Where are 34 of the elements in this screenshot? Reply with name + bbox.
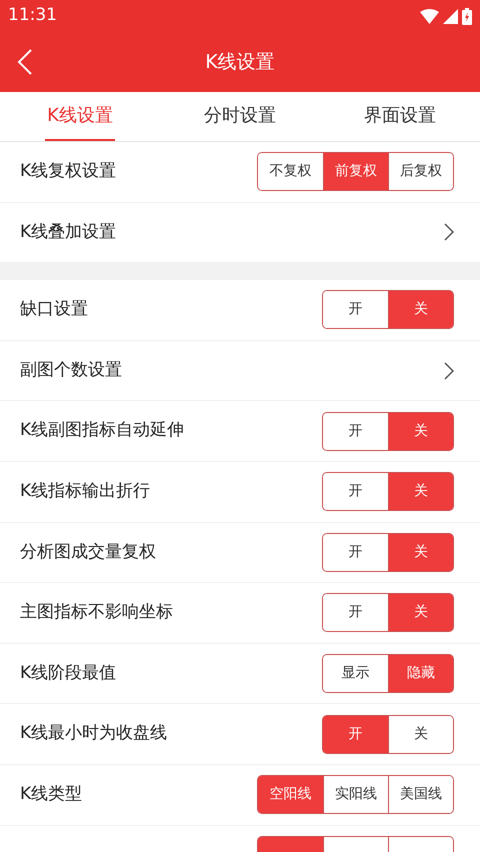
segment-option[interactable]: 关 xyxy=(388,473,453,510)
setting-label: K线类型 xyxy=(20,782,82,806)
tab[interactable]: 分时设置 xyxy=(202,92,278,141)
setting-label: K线最小时为收盘线 xyxy=(20,722,168,746)
segment-option[interactable]: 关 xyxy=(388,716,453,753)
battery-icon xyxy=(462,8,472,24)
setting-label: 缺口设置 xyxy=(20,298,88,322)
segment-option[interactable]: 前复权 xyxy=(323,153,388,190)
segment-option[interactable]: 关 xyxy=(388,594,453,632)
setting-label: K线复权设置 xyxy=(20,160,116,184)
chevron-right-icon[interactable] xyxy=(444,223,454,242)
setting-label: 副图个数设置 xyxy=(20,358,122,382)
segment-option[interactable]: 后复权 xyxy=(388,153,453,190)
tab[interactable]: K线设置 xyxy=(45,92,115,141)
segment-option[interactable]: 空阳线 xyxy=(258,776,323,814)
segment-option[interactable]: 关 xyxy=(388,534,453,571)
setting-label: 主图指标不影响坐标 xyxy=(20,601,173,624)
setting-label: K线阶段最值 xyxy=(20,662,116,685)
back-icon[interactable] xyxy=(16,49,34,75)
tab[interactable]: 界面设置 xyxy=(362,92,438,141)
signal-icon xyxy=(443,8,458,24)
setting-label: K线叠加设置 xyxy=(20,220,116,244)
setting-label: K线指标输出折行 xyxy=(20,480,150,504)
status-time: 11:31 xyxy=(8,4,57,28)
segment-option[interactable]: 关 xyxy=(388,291,453,328)
page-title: K线设置 xyxy=(205,50,275,75)
segment-option[interactable]: 开 xyxy=(323,716,388,753)
segment-option[interactable]: 美国线 xyxy=(388,776,453,814)
setting-label: 分析图成交量复权 xyxy=(20,540,156,564)
segment-option[interactable]: 关 xyxy=(388,412,453,450)
chevron-right-icon[interactable] xyxy=(444,362,454,380)
setting-label: K线副图指标自动延伸 xyxy=(20,419,184,442)
wifi-icon xyxy=(420,8,439,24)
segment-option[interactable]: 隐藏 xyxy=(388,655,453,692)
